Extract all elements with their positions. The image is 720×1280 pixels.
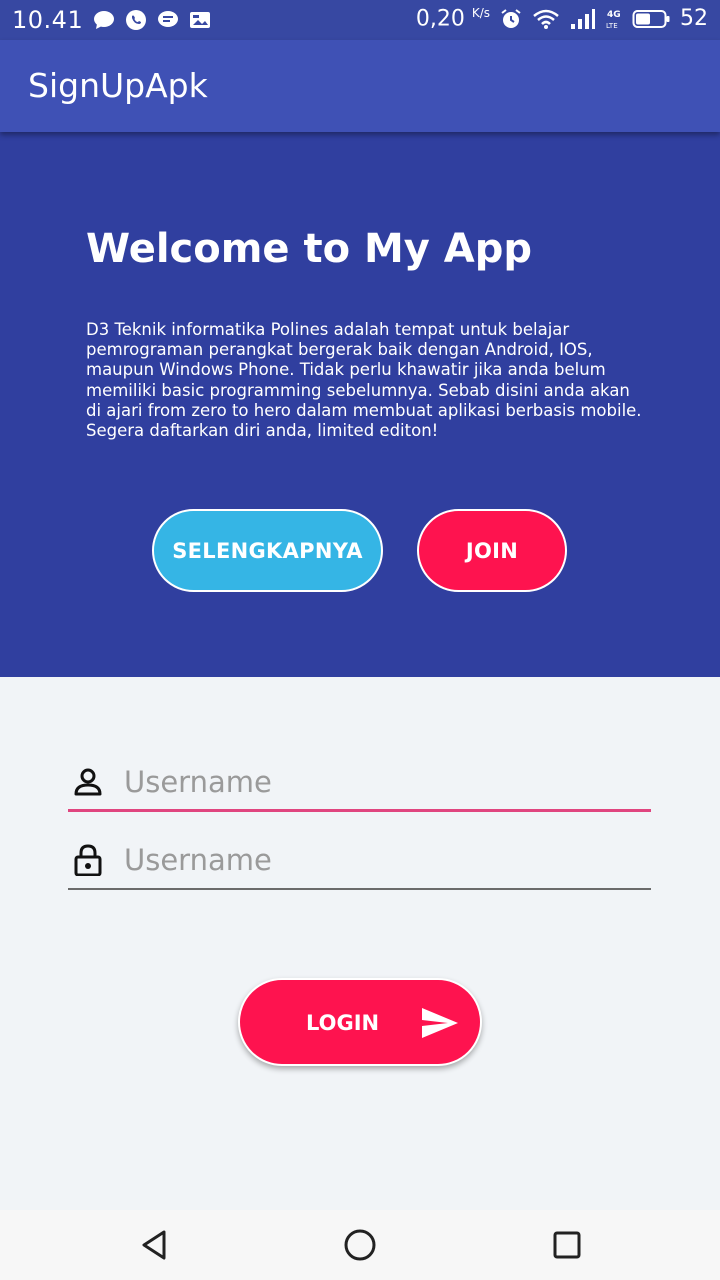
net-speed: 0,20 K/s: [416, 6, 490, 31]
person-icon: [74, 768, 102, 796]
back-icon[interactable]: [136, 1227, 172, 1263]
lock-icon: [74, 844, 102, 876]
message-icon: [158, 11, 179, 27]
recents-icon[interactable]: [549, 1227, 585, 1263]
app-bar: SignUpApk: [0, 40, 720, 132]
chat-bubble-icon: [94, 11, 115, 29]
signal-icon: [571, 8, 595, 29]
login-label: LOGIN: [306, 1011, 380, 1035]
hero-description: D3 Teknik informatika Polines adalah tem…: [86, 320, 642, 441]
image-icon: [190, 12, 211, 28]
lte-icon: 4G LTE: [606, 10, 621, 30]
status-right: 0,20 K/s 4G LTE 52: [416, 6, 708, 31]
password-field: [68, 830, 651, 890]
login-button[interactable]: LOGIN: [238, 978, 482, 1066]
net-speed-value: 0,20: [415, 6, 465, 32]
home-icon[interactable]: [342, 1227, 378, 1263]
battery-icon: [632, 9, 670, 28]
more-button[interactable]: SELENGKAPNYA: [152, 509, 383, 592]
svg-text:4G: 4G: [607, 10, 621, 20]
svg-text:LTE: LTE: [606, 22, 618, 30]
send-icon: [422, 1008, 458, 1038]
system-nav-bar: [0, 1210, 720, 1280]
status-bar: 10.41 0,20 K/s 4G LTE 52: [0, 0, 720, 40]
alarm-icon: [501, 8, 521, 28]
password-input[interactable]: [124, 838, 644, 882]
status-time: 10.41: [12, 6, 84, 34]
whatsapp-icon: [126, 10, 147, 30]
username-field: [68, 752, 651, 812]
join-button[interactable]: JOIN: [417, 509, 567, 592]
net-speed-unit: K/s: [471, 6, 490, 20]
battery-level: 52: [680, 6, 708, 32]
hero-section: Welcome to My App D3 Teknik informatika …: [0, 132, 720, 677]
app-title: SignUpApk: [28, 66, 208, 105]
hero-title: Welcome to My App: [86, 226, 533, 272]
username-input[interactable]: [124, 760, 644, 804]
wifi-icon: [533, 9, 559, 29]
status-left: 10.41: [12, 6, 211, 34]
